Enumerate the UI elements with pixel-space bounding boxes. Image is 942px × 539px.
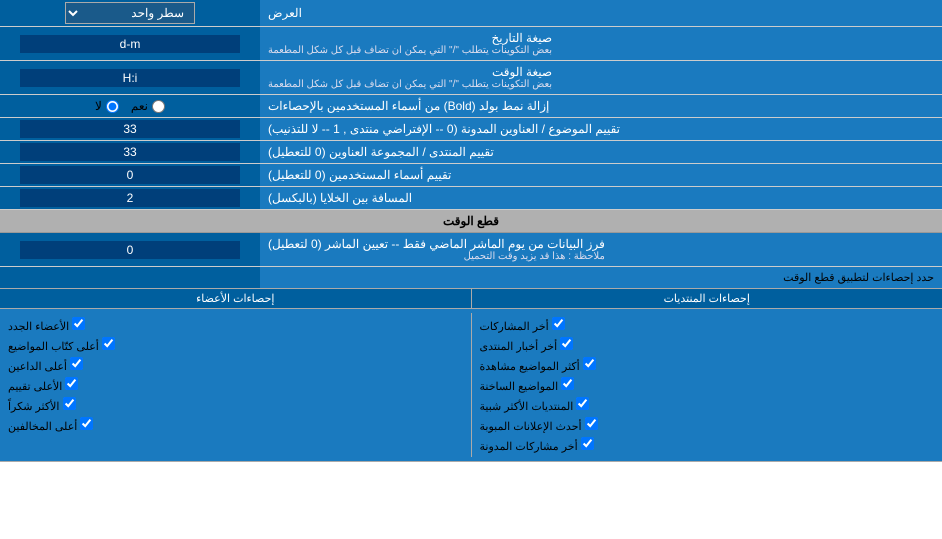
checkbox-label-akhar-madawana[interactable]: أخر مشاركات المدونة bbox=[480, 437, 594, 453]
bold-radio-group: نعم لا bbox=[87, 99, 173, 113]
checkbox-row-m6: أعلى المخالفين bbox=[8, 415, 463, 435]
bold-remove-label: إزالة نمط بولد (Bold) من أسماء المستخدمي… bbox=[260, 95, 942, 117]
checkbox-muntadayaat-akthar[interactable] bbox=[576, 397, 589, 410]
checkbox-row-6: أحدث الإعلانات المبوبة bbox=[480, 415, 935, 435]
limit-label: حدد إحصاءات لتطبيق قطع الوقت bbox=[260, 267, 942, 288]
checkbox-label-a3la-mukhafeen[interactable]: أعلى المخالفين bbox=[8, 417, 93, 433]
display-label: العرض bbox=[260, 0, 942, 26]
col1-header: إحصاءات المنتديات bbox=[472, 289, 942, 308]
checkbox-label-akhar-akhbar[interactable]: أخر أخبار المنتدى bbox=[480, 337, 574, 353]
bold-remove-input-area: نعم لا bbox=[0, 95, 260, 117]
checkbox-row-m3: أعلى الداعين bbox=[8, 355, 463, 375]
checkbox-row-m2: أعلى كتّاب المواضيع bbox=[8, 335, 463, 355]
checkbox-mawdoo3-sakhina[interactable] bbox=[561, 377, 574, 390]
topic-sort-row: تقييم الموضوع / العناوين المدونة (0 -- ا… bbox=[0, 118, 942, 141]
date-format-row: صيغة التاريخ بعض التكوينات يتطلب "/" الت… bbox=[0, 27, 942, 61]
users-sort-input-area bbox=[0, 164, 260, 186]
time-format-input-area bbox=[0, 61, 260, 94]
checkboxes-section: حدد إحصاءات لتطبيق قطع الوقت إحصاءات الم… bbox=[0, 267, 942, 462]
forum-sort-input-area bbox=[0, 141, 260, 163]
forum-sort-row: تقييم المنتدى / المجموعة العناوين (0 للت… bbox=[0, 141, 942, 164]
topic-sort-input[interactable] bbox=[20, 120, 240, 138]
col2-header: إحصاءات الأعضاء bbox=[0, 289, 472, 308]
display-select-area: سطر واحد سطرين ثلاثة أسطر bbox=[0, 0, 260, 26]
checkbox-a3la-taqyeem[interactable] bbox=[65, 377, 78, 390]
date-format-input[interactable] bbox=[20, 35, 240, 53]
topic-sort-input-area bbox=[0, 118, 260, 140]
date-format-label: صيغة التاريخ بعض التكوينات يتطلب "/" الت… bbox=[260, 27, 942, 60]
checkbox-akthar-shukran[interactable] bbox=[63, 397, 76, 410]
checkbox-row-2: أخر أخبار المنتدى bbox=[480, 335, 935, 355]
bold-yes-label[interactable]: نعم bbox=[131, 99, 165, 113]
users-sort-row: تقييم أسماء المستخدمين (0 للتعطيل) bbox=[0, 164, 942, 187]
member-stats-col: الأعضاء الجدد أعلى كتّاب المواضيع أعلى ا… bbox=[0, 313, 472, 457]
cutoff-section-header: قطع الوقت bbox=[0, 210, 942, 233]
checkbox-a3la-da3een[interactable] bbox=[70, 357, 83, 370]
checkbox-label-a3daa-judud[interactable]: الأعضاء الجدد bbox=[8, 317, 85, 333]
checkbox-label-muntadayaat-akthar[interactable]: المنتديات الأكثر شبية bbox=[480, 397, 590, 413]
checkbox-label-i3lanat[interactable]: أحدث الإعلانات المبوبة bbox=[480, 417, 598, 433]
checkbox-a3la-kuttab[interactable] bbox=[102, 337, 115, 350]
checkbox-label-akthar-mawdoo3[interactable]: أكثر المواضيع مشاهدة bbox=[480, 357, 596, 373]
checkbox-row-4: المواضيع الساخنة bbox=[480, 375, 935, 395]
checkbox-row-5: المنتديات الأكثر شبية bbox=[480, 395, 935, 415]
date-format-input-area bbox=[0, 27, 260, 60]
checkbox-label-a3la-taqyeem[interactable]: الأعلى تقييم bbox=[8, 377, 78, 393]
cell-spacing-input[interactable] bbox=[20, 189, 240, 207]
forum-stats-col: أخر المشاركات أخر أخبار المنتدى أكثر الم… bbox=[472, 313, 942, 457]
time-format-input[interactable] bbox=[20, 69, 240, 87]
checkbox-row-m5: الأكثر شكراً bbox=[8, 395, 463, 415]
checkbox-i3lanat[interactable] bbox=[585, 417, 598, 430]
checkbox-akhar-musharkaat[interactable] bbox=[552, 317, 565, 330]
cutoff-filter-label: فرز البيانات من يوم الماشر الماضي فقط --… bbox=[260, 233, 942, 266]
cell-spacing-label: المسافة بين الخلايا (بالبكسل) bbox=[260, 187, 942, 209]
checkbox-row-1: أخر المشاركات bbox=[480, 315, 935, 335]
cell-spacing-input-area bbox=[0, 187, 260, 209]
checkbox-label-akthar-shukran[interactable]: الأكثر شكراً bbox=[8, 397, 76, 413]
checkbox-row-3: أكثر المواضيع مشاهدة bbox=[480, 355, 935, 375]
checkbox-akhar-akhbar[interactable] bbox=[560, 337, 573, 350]
checkbox-label-a3la-kuttab[interactable]: أعلى كتّاب المواضيع bbox=[8, 337, 115, 353]
cutoff-filter-input-area bbox=[0, 233, 260, 266]
main-container: العرض سطر واحد سطرين ثلاثة أسطر صيغة الت… bbox=[0, 0, 942, 462]
bold-no-label[interactable]: لا bbox=[95, 99, 119, 113]
checkbox-row-7: أخر مشاركات المدونة bbox=[480, 435, 935, 455]
checkbox-label-a3la-da3een[interactable]: أعلى الداعين bbox=[8, 357, 83, 373]
checkbox-akthar-mawdoo3[interactable] bbox=[583, 357, 596, 370]
cell-spacing-row: المسافة بين الخلايا (بالبكسل) bbox=[0, 187, 942, 210]
cutoff-filter-row: فرز البيانات من يوم الماشر الماضي فقط --… bbox=[0, 233, 942, 267]
display-row: العرض سطر واحد سطرين ثلاثة أسطر bbox=[0, 0, 942, 27]
checkbox-row-m4: الأعلى تقييم bbox=[8, 375, 463, 395]
display-select[interactable]: سطر واحد سطرين ثلاثة أسطر bbox=[65, 2, 195, 24]
time-format-row: صيغة الوقت بعض التكوينات يتطلب "/" التي … bbox=[0, 61, 942, 95]
checkbox-a3daa-judud[interactable] bbox=[72, 317, 85, 330]
users-sort-input[interactable] bbox=[20, 166, 240, 184]
forum-sort-label: تقييم المنتدى / المجموعة العناوين (0 للت… bbox=[260, 141, 942, 163]
cutoff-filter-input[interactable] bbox=[20, 241, 240, 259]
checkbox-a3la-mukhafeen[interactable] bbox=[80, 417, 93, 430]
forum-sort-input[interactable] bbox=[20, 143, 240, 161]
checkbox-label-mawdoo3-sakhina[interactable]: المواضيع الساخنة bbox=[480, 377, 575, 393]
checkbox-row-m1: الأعضاء الجدد bbox=[8, 315, 463, 335]
bold-remove-row: إزالة نمط بولد (Bold) من أسماء المستخدمي… bbox=[0, 95, 942, 118]
time-format-label: صيغة الوقت بعض التكوينات يتطلب "/" التي … bbox=[260, 61, 942, 94]
bold-yes-radio[interactable] bbox=[152, 100, 165, 113]
users-sort-label: تقييم أسماء المستخدمين (0 للتعطيل) bbox=[260, 164, 942, 186]
checkbox-label-akhar-musharkaat[interactable]: أخر المشاركات bbox=[480, 317, 565, 333]
bold-no-radio[interactable] bbox=[106, 100, 119, 113]
topic-sort-label: تقييم الموضوع / العناوين المدونة (0 -- ا… bbox=[260, 118, 942, 140]
checkbox-akhar-madawana[interactable] bbox=[581, 437, 594, 450]
